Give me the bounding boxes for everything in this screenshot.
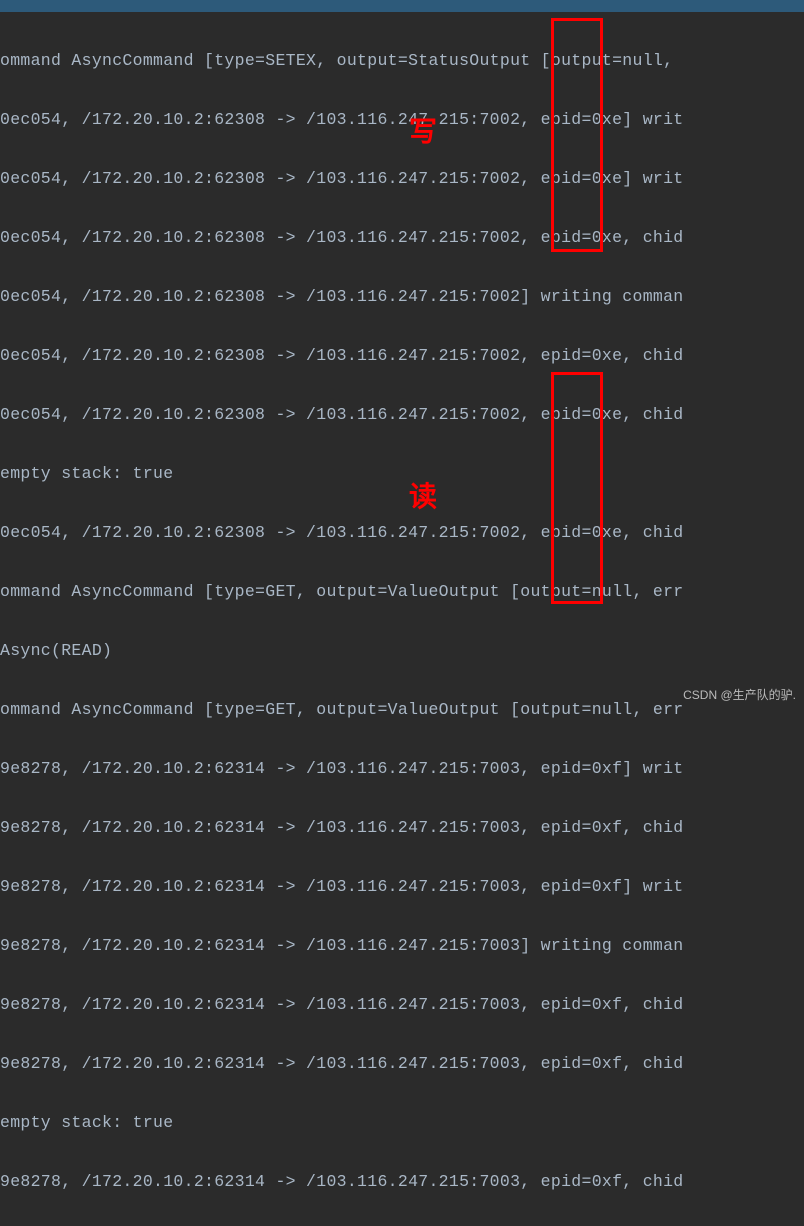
console-output: ommand AsyncCommand [type=SETEX, output=… xyxy=(0,12,804,1226)
log-line: 0ec054, /172.20.10.2:62308 -> /103.116.2… xyxy=(0,282,804,312)
log-line: 0ec054, /172.20.10.2:62308 -> /103.116.2… xyxy=(0,105,804,135)
log-line: empty stack: true xyxy=(0,1108,804,1138)
log-line: 0ec054, /172.20.10.2:62308 -> /103.116.2… xyxy=(0,223,804,253)
log-line: 9e8278, /172.20.10.2:62314 -> /103.116.2… xyxy=(0,872,804,902)
log-line: 0ec054, /172.20.10.2:62308 -> /103.116.2… xyxy=(0,164,804,194)
title-bar xyxy=(0,0,804,12)
log-line: Async(READ) xyxy=(0,636,804,666)
log-line: ommand AsyncCommand [type=SETEX, output=… xyxy=(0,46,804,76)
log-line: empty stack: true xyxy=(0,459,804,489)
log-line: 9e8278, /172.20.10.2:62314 -> /103.116.2… xyxy=(0,990,804,1020)
log-line: ommand AsyncCommand [type=GET, output=Va… xyxy=(0,577,804,607)
log-line: 9e8278, /172.20.10.2:62314 -> /103.116.2… xyxy=(0,754,804,784)
log-line: 0ec054, /172.20.10.2:62308 -> /103.116.2… xyxy=(0,400,804,430)
log-line: 0ec054, /172.20.10.2:62308 -> /103.116.2… xyxy=(0,518,804,548)
log-line: 0ec054, /172.20.10.2:62308 -> /103.116.2… xyxy=(0,341,804,371)
log-line: 9e8278, /172.20.10.2:62314 -> /103.116.2… xyxy=(0,813,804,843)
log-line: 9e8278, /172.20.10.2:62314 -> /103.116.2… xyxy=(0,1167,804,1197)
log-line: 9e8278, /172.20.10.2:62314 -> /103.116.2… xyxy=(0,931,804,961)
log-line: 9e8278, /172.20.10.2:62314 -> /103.116.2… xyxy=(0,1049,804,1079)
watermark: CSDN @生产队的驴. xyxy=(683,686,796,703)
